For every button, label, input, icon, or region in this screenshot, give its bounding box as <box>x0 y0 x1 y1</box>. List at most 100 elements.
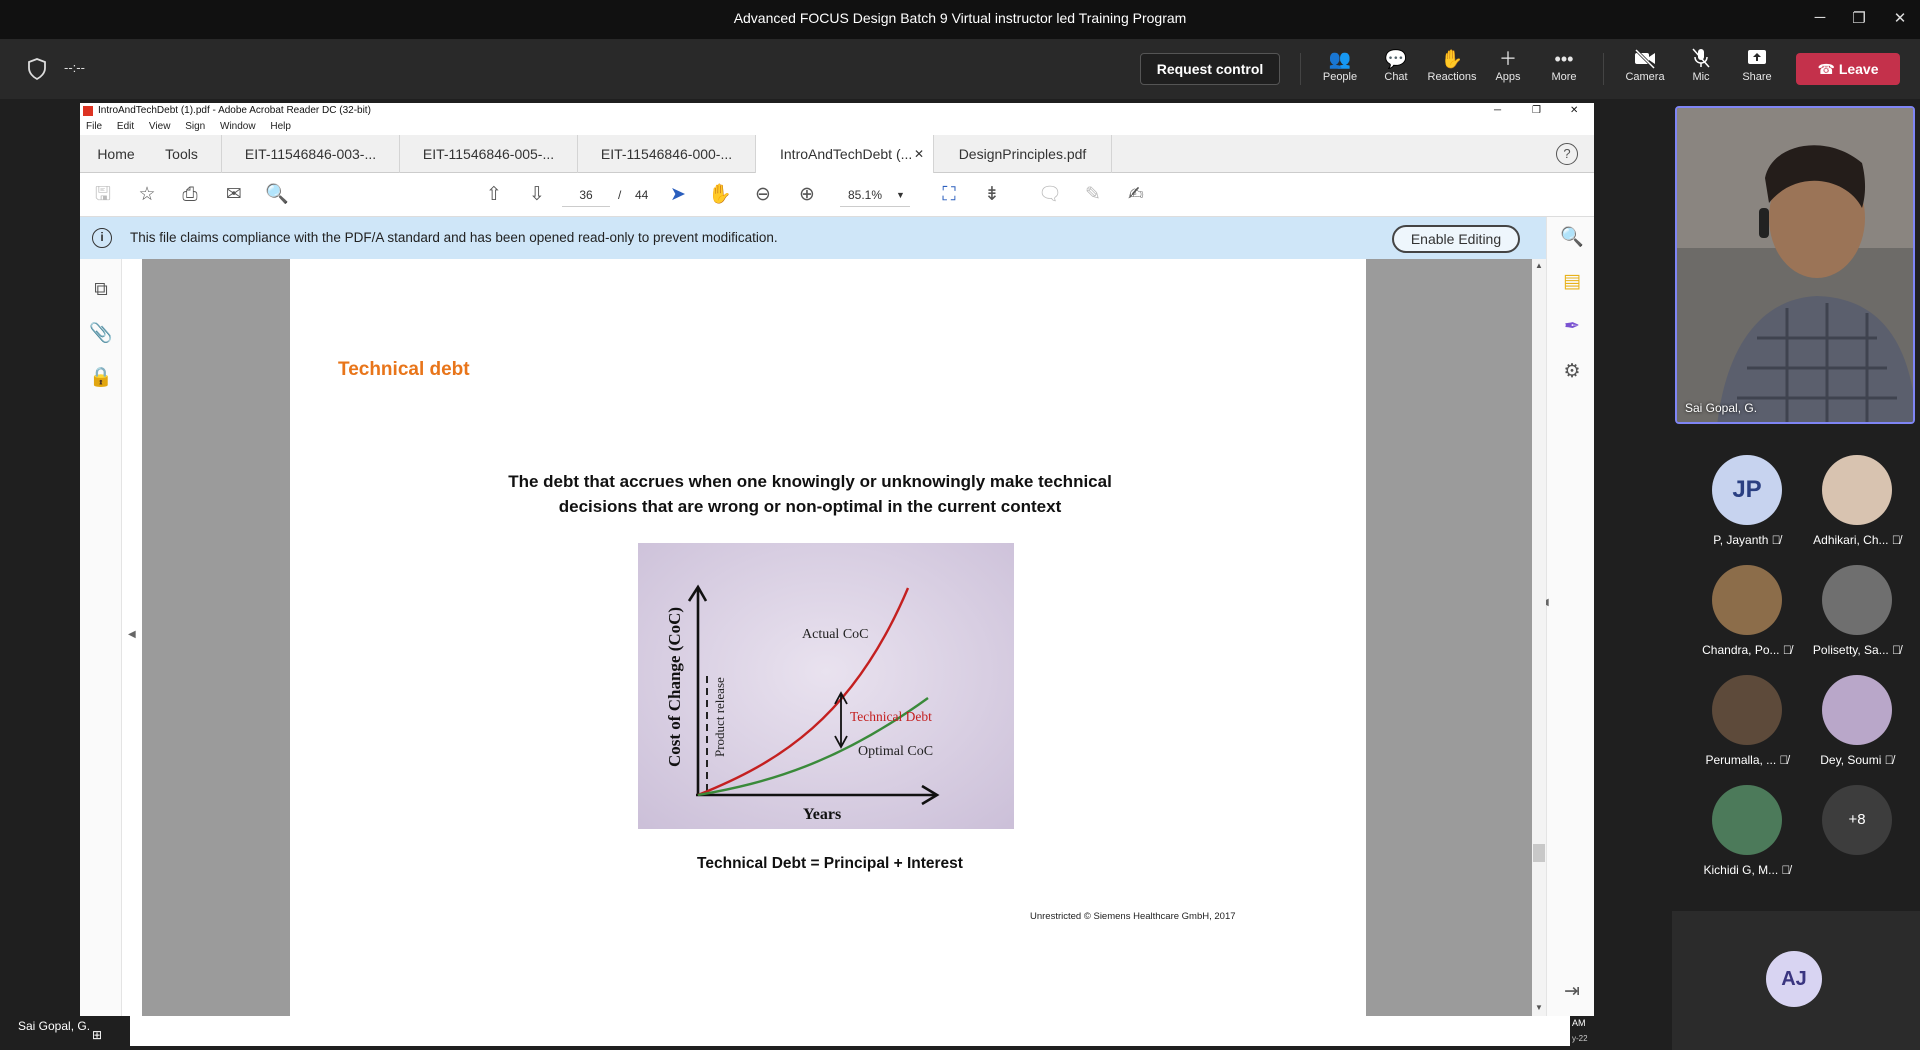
select-cursor-icon[interactable]: ➤ <box>665 182 691 208</box>
leave-button[interactable]: ☎ Leave <box>1796 53 1900 85</box>
right-tools-rail: 🔍 ▤ ✒ ⚙ ⇥ ◀ <box>1541 217 1594 1017</box>
participant-name: Polisetty, Sa... 🎙̸ <box>1812 643 1902 657</box>
save-icon[interactable]: 🖫 <box>90 182 116 208</box>
document-security-icon[interactable]: 🔒 <box>88 365 114 391</box>
menu-view[interactable]: View <box>149 121 171 132</box>
participant-video-tile[interactable]: AJ <box>1672 911 1920 1050</box>
email-icon[interactable]: ✉ <box>221 182 247 208</box>
highlight-icon[interactable]: ✎ <box>1080 182 1106 208</box>
scroll-down-icon[interactable]: ▼ <box>1535 1003 1543 1012</box>
zoom-level-field[interactable]: 85.1% ▼ <box>840 183 910 207</box>
acrobat-close-button[interactable]: ✕ <box>1570 103 1578 119</box>
teams-title-bar: Advanced FOCUS Design Batch 9 Virtual in… <box>0 0 1920 39</box>
tab-design-principles[interactable]: DesignPrinciples.pdf <box>934 135 1112 173</box>
definition-line-2: decisions that are wrong or non-optimal … <box>558 497 1062 516</box>
clock-date: y-22 <box>1572 1034 1588 1043</box>
menu-window[interactable]: Window <box>220 121 256 132</box>
people-button[interactable]: 👥 People <box>1312 47 1368 93</box>
bookmark-star-icon[interactable]: ☆ <box>134 182 160 208</box>
apps-button[interactable]: ＋ Apps <box>1480 47 1536 93</box>
definition-line-1: The debt that accrues when one knowingly… <box>508 472 1112 491</box>
share-button[interactable]: Share <box>1729 47 1785 93</box>
technical-debt-graph: Cost of Change (CoC) Product release Yea… <box>638 543 1014 829</box>
share-icon <box>1729 47 1785 71</box>
hand-tool-icon[interactable]: ✋ <box>707 182 733 208</box>
collapse-left-panel-icon[interactable]: ◀ <box>128 629 136 640</box>
camera-button[interactable]: Camera <box>1617 47 1673 93</box>
shield-icon[interactable] <box>26 57 48 81</box>
page-up-icon[interactable]: ⇧ <box>481 182 507 208</box>
acrobat-tab-bar: Home Tools EIT-11546846-003-... EIT-1154… <box>80 135 1594 173</box>
sign-icon[interactable]: ✍ <box>1123 182 1149 208</box>
tab-document-2[interactable]: EIT-11546846-005-... <box>400 135 578 173</box>
scrollbar-thumb[interactable] <box>1533 844 1545 862</box>
more-participants-button[interactable]: +8 <box>1802 785 1912 885</box>
collapse-right-panel-icon[interactable]: ⇥ <box>1559 979 1585 1005</box>
scroll-up-icon[interactable]: ▲ <box>1535 261 1543 270</box>
more-tools-icon[interactable]: ⚙ <box>1559 359 1585 385</box>
people-label: People <box>1322 71 1358 83</box>
avatar <box>1822 675 1892 745</box>
enable-editing-button[interactable]: Enable Editing <box>1392 225 1520 253</box>
avatar <box>1712 785 1782 855</box>
participant-name: Adhikari, Ch... 🎙̸ <box>1813 533 1901 547</box>
menu-sign[interactable]: Sign <box>185 121 205 132</box>
zoom-value: 85.1% <box>848 188 883 202</box>
zoom-in-icon[interactable]: ⊕ <box>794 182 820 208</box>
attachment-icon[interactable]: 📎 <box>88 321 114 347</box>
scroll-mode-icon[interactable]: ⇟ <box>979 182 1005 208</box>
zoom-out-icon[interactable]: ⊖ <box>750 182 776 208</box>
mic-muted-icon: 🎙̸ <box>1884 753 1894 767</box>
acrobat-restore-button[interactable]: ❐ <box>1532 103 1541 119</box>
participant-tile[interactable]: Perumalla, ... 🎙̸ <box>1692 675 1802 775</box>
zoom-search-icon[interactable]: 🔍 <box>264 182 290 208</box>
more-button[interactable]: ••• More <box>1536 47 1592 93</box>
tab-document-3[interactable]: EIT-11546846-000-... <box>578 135 756 173</box>
close-button[interactable]: ✕ <box>1890 9 1910 29</box>
request-control-button[interactable]: Request control <box>1140 53 1280 85</box>
avatar <box>1712 675 1782 745</box>
mic-off-icon <box>1673 47 1729 71</box>
avatar: AJ <box>1766 951 1822 1007</box>
tab-tools[interactable]: Tools <box>142 135 222 173</box>
page-thumbnails-icon[interactable]: ⧉ <box>88 277 114 303</box>
page-down-icon[interactable]: ⇩ <box>524 182 550 208</box>
chevron-down-icon[interactable]: ▼ <box>896 183 905 207</box>
windows-start-icon[interactable]: ⊞ <box>92 1028 106 1042</box>
comment-icon[interactable]: 🗨 <box>1037 182 1063 208</box>
self-video-tile[interactable]: Sai Gopal, G. <box>1675 106 1915 424</box>
mic-button[interactable]: Mic <box>1673 47 1729 93</box>
meeting-toolbar: --:-- Request control 👥 People 💬 Chat ✋ … <box>0 39 1920 99</box>
vertical-scrollbar[interactable]: ▲ ▼ <box>1532 259 1546 1017</box>
find-zoom-icon[interactable]: 🔍 <box>1559 225 1585 251</box>
participant-tile[interactable]: Kichidi G, M... 🎙̸ <box>1692 785 1802 885</box>
acrobat-logo-icon <box>83 106 93 116</box>
left-navigation-rail: ⧉ 📎 🔒 ◀ <box>80 259 136 1017</box>
tab-document-1[interactable]: EIT-11546846-003-... <box>222 135 400 173</box>
print-icon[interactable]: ⎙ <box>177 182 203 208</box>
tab-close-icon[interactable]: ✕ <box>914 135 924 173</box>
document-viewport[interactable]: Technical debt The debt that accrues whe… <box>142 259 1532 1017</box>
participant-tile[interactable]: Adhikari, Ch... 🎙̸ <box>1802 455 1912 555</box>
participant-tile[interactable]: Chandra, Po... 🎙̸ <box>1692 565 1802 665</box>
menu-file[interactable]: File <box>86 121 102 132</box>
participant-tile[interactable]: Dey, Soumi 🎙̸ <box>1802 675 1912 775</box>
chat-label: Chat <box>1384 71 1408 83</box>
help-icon[interactable]: ? <box>1556 143 1578 165</box>
acrobat-minimize-button[interactable]: ─ <box>1494 103 1501 119</box>
fill-sign-icon[interactable]: ✒ <box>1559 314 1585 340</box>
restore-button[interactable]: ❐ <box>1849 9 1869 29</box>
tab-document-active[interactable]: IntroAndTechDebt (... ✕ <box>756 135 934 173</box>
menu-edit[interactable]: Edit <box>117 121 134 132</box>
page-number-field[interactable]: 36 <box>562 183 610 207</box>
chat-button[interactable]: 💬 Chat <box>1368 47 1424 93</box>
fit-page-icon[interactable]: ⛶ <box>936 182 962 208</box>
menu-help[interactable]: Help <box>270 121 291 132</box>
self-name-label: Sai Gopal, G. <box>1685 401 1758 415</box>
toolbar-divider <box>1300 53 1301 85</box>
participant-tile[interactable]: Polisetty, Sa... 🎙̸ <box>1802 565 1912 665</box>
minimize-button[interactable]: ─ <box>1810 9 1830 29</box>
reactions-button[interactable]: ✋ Reactions <box>1424 47 1480 93</box>
comment-tool-icon[interactable]: ▤ <box>1559 269 1585 295</box>
participant-tile[interactable]: JP P, Jayanth 🎙̸ <box>1692 455 1802 555</box>
